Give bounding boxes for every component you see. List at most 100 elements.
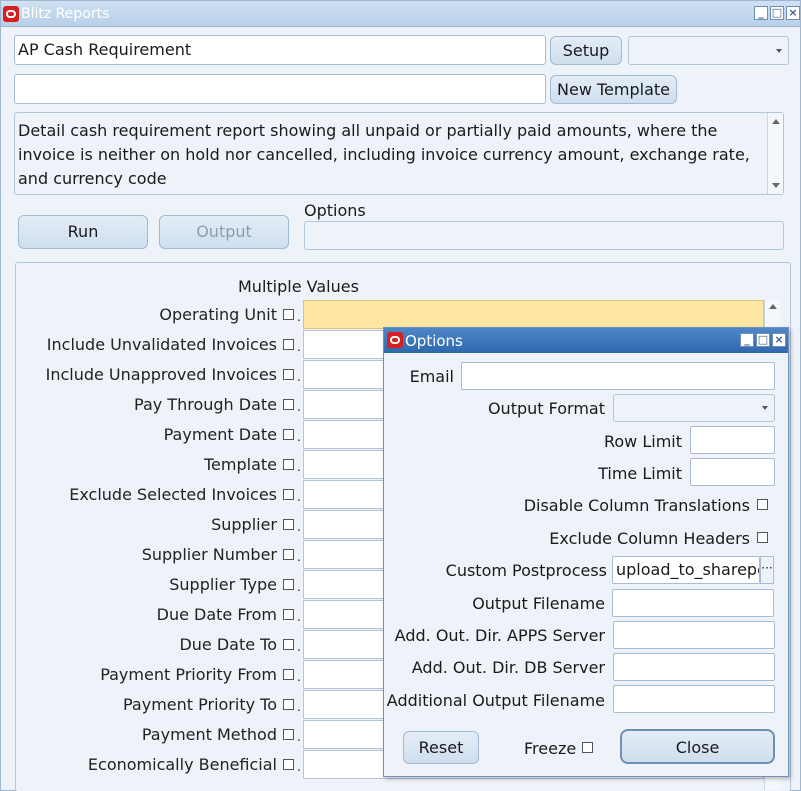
apps-server-dir-label: Add. Out. Dir. APPS Server (394, 626, 605, 645)
required-marker: . (297, 670, 301, 684)
maximize-icon[interactable]: □ (770, 6, 784, 20)
output-filename-label: Output Filename (472, 594, 605, 613)
minimize-icon[interactable]: _ (740, 333, 754, 347)
close-icon[interactable]: × (786, 6, 800, 20)
blitz-reports-window: Blitz Reports _ □ × AP Cash Requirement … (0, 0, 801, 791)
multiple-values-checkbox[interactable] (283, 519, 294, 530)
exclude-column-headers-checkbox[interactable] (757, 532, 768, 543)
required-marker: . (297, 460, 301, 474)
required-marker: . (297, 730, 301, 744)
email-field[interactable] (461, 362, 775, 390)
dialog-titlebar: Options _ □ × (384, 328, 788, 353)
setup-button[interactable]: Setup (550, 36, 622, 65)
multiple-values-checkbox[interactable] (283, 549, 294, 560)
multiple-values-checkbox[interactable] (283, 639, 294, 650)
multiple-values-checkbox[interactable] (283, 579, 294, 590)
row-limit-label: Row Limit (603, 432, 682, 451)
parameter-label: Pay Through Date (134, 395, 277, 414)
parameter-label: Payment Priority From (100, 665, 277, 684)
dialog-title: Options (405, 332, 463, 350)
run-button-label: Run (67, 222, 99, 241)
description-text: Detail cash requirement report showing a… (18, 121, 750, 188)
required-marker: . (297, 550, 301, 564)
required-marker: . (297, 310, 301, 324)
parameter-value-field[interactable] (303, 300, 764, 329)
apps-server-dir-field[interactable] (613, 621, 775, 649)
multiple-values-checkbox[interactable] (283, 309, 294, 320)
window-controls: _ □ × (754, 6, 800, 20)
output-format-select[interactable] (613, 394, 775, 422)
description-scrollbar[interactable] (767, 113, 783, 194)
freeze-label: Freeze (524, 739, 577, 758)
multiple-values-checkbox[interactable] (283, 669, 294, 680)
multiple-values-checkbox[interactable] (283, 369, 294, 380)
new-template-button-label: New Template (557, 80, 670, 99)
parameter-label: Exclude Selected Invoices (69, 485, 277, 504)
parameter-label: Include Unapproved Invoices (45, 365, 277, 384)
parameter-label: Payment Method (141, 725, 277, 744)
required-marker: . (297, 580, 301, 594)
scroll-down-icon[interactable] (772, 183, 780, 188)
new-template-button[interactable]: New Template (550, 75, 677, 104)
required-marker: . (297, 400, 301, 414)
parameter-label: Payment Date (163, 425, 277, 444)
run-button[interactable]: Run (18, 215, 148, 249)
freeze-checkbox[interactable] (582, 742, 593, 753)
required-marker: . (297, 700, 301, 714)
oracle-logo-icon (3, 6, 19, 22)
parameter-label: Due Date To (179, 635, 277, 654)
multiple-values-header: Multiple Values (238, 277, 359, 296)
required-marker: . (297, 430, 301, 444)
scroll-up-icon[interactable] (769, 304, 777, 309)
custom-postprocess-label: Custom Postprocess (445, 561, 607, 580)
time-limit-field[interactable] (690, 458, 775, 486)
report-name-field[interactable]: AP Cash Requirement (14, 35, 546, 65)
maximize-icon[interactable]: □ (756, 333, 770, 347)
required-marker: . (297, 340, 301, 354)
report-description[interactable]: Detail cash requirement report showing a… (14, 112, 784, 195)
output-button[interactable]: Output (159, 215, 289, 249)
options-dialog: Options _ □ × Email Output Format Row Li… (383, 327, 789, 777)
parameter-label: Operating Unit (159, 305, 277, 324)
multiple-values-checkbox[interactable] (283, 339, 294, 350)
custom-postprocess-field[interactable]: upload_to_sharepoint (612, 556, 760, 584)
output-format-label: Output Format (487, 399, 605, 418)
close-button[interactable]: Close (620, 729, 775, 764)
setup-dropdown[interactable] (628, 36, 789, 65)
required-marker: . (297, 610, 301, 624)
window-titlebar: Blitz Reports _ □ × (1, 1, 800, 27)
list-of-values-icon[interactable]: ··· (760, 556, 774, 584)
close-icon[interactable]: × (772, 333, 786, 347)
required-marker: . (297, 520, 301, 534)
options-summary-field[interactable] (304, 221, 784, 250)
multiple-values-checkbox[interactable] (283, 429, 294, 440)
minimize-icon[interactable]: _ (754, 6, 768, 20)
multiple-values-checkbox[interactable] (283, 759, 294, 770)
window-title: Blitz Reports (21, 6, 110, 22)
disable-column-translations-checkbox[interactable] (757, 499, 768, 510)
output-filename-field[interactable] (612, 589, 774, 617)
multiple-values-checkbox[interactable] (283, 729, 294, 740)
template-field[interactable] (14, 74, 546, 104)
time-limit-label: Time Limit (598, 464, 682, 483)
disable-column-translations-label: Disable Column Translations (523, 496, 750, 515)
email-label: Email (409, 367, 454, 386)
parameter-label: Payment Priority To (122, 695, 277, 714)
multiple-values-checkbox[interactable] (283, 489, 294, 500)
dialog-window-controls: _ □ × (740, 333, 786, 347)
close-button-label: Close (675, 738, 720, 757)
multiple-values-checkbox[interactable] (283, 399, 294, 410)
multiple-values-checkbox[interactable] (283, 459, 294, 470)
db-server-dir-field[interactable] (613, 653, 775, 681)
additional-output-filename-field[interactable] (613, 685, 775, 713)
required-marker: . (297, 760, 301, 774)
scroll-up-icon[interactable] (772, 119, 780, 124)
required-marker: . (297, 640, 301, 654)
reset-button[interactable]: Reset (403, 731, 479, 764)
parameter-label: Template (203, 455, 277, 474)
multiple-values-checkbox[interactable] (283, 609, 294, 620)
options-label: Options (304, 201, 366, 220)
parameter-label: Supplier (211, 515, 277, 534)
row-limit-field[interactable] (690, 426, 775, 454)
multiple-values-checkbox[interactable] (283, 699, 294, 710)
